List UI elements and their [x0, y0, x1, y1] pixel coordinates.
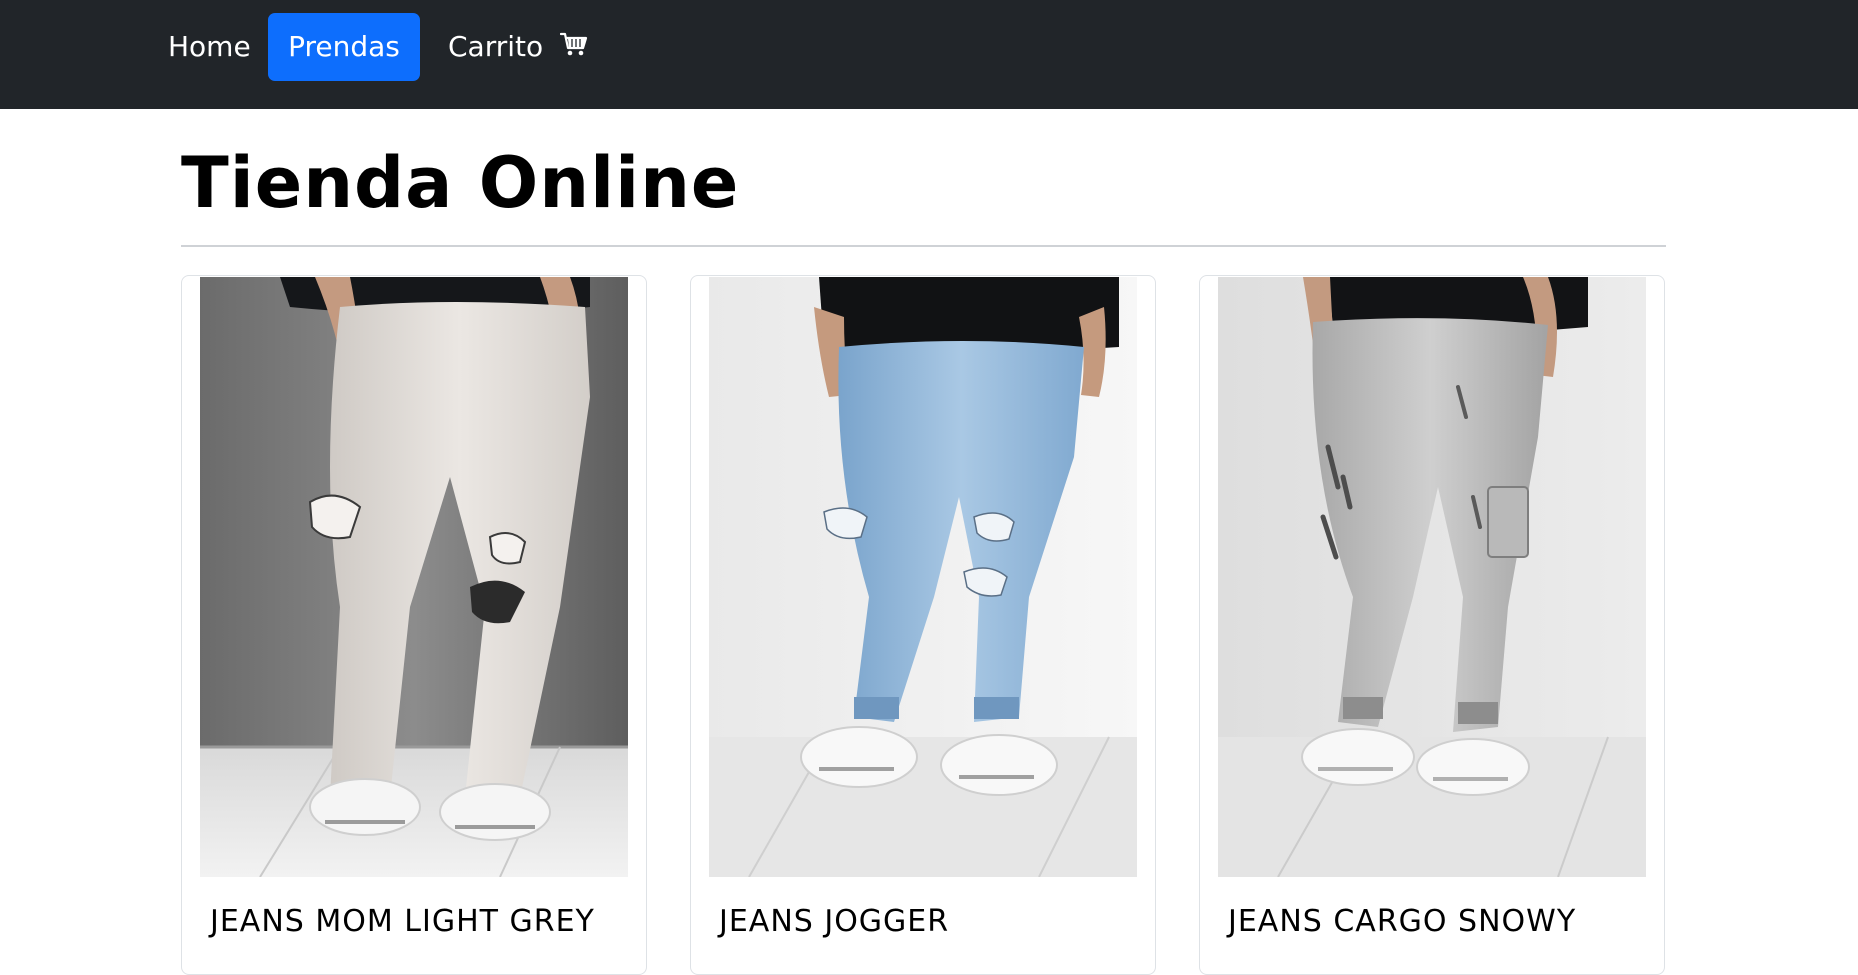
product-image [1218, 277, 1646, 877]
nav-prendas-link[interactable]: Prendas [268, 13, 420, 81]
top-navbar: Home Prendas Carrito [0, 0, 1858, 109]
nav-home-link[interactable]: Home [150, 13, 269, 81]
nav-carrito-link[interactable]: Carrito [430, 13, 606, 81]
product-card[interactable]: JEANS JOGGER [690, 275, 1156, 975]
product-card[interactable]: JEANS MOM LIGHT GREY [181, 275, 647, 975]
product-image [709, 277, 1137, 877]
product-image [200, 277, 628, 877]
product-title: JEANS MOM LIGHT GREY [210, 904, 595, 939]
product-title: JEANS CARGO SNOWY [1228, 904, 1577, 939]
page-title: Tienda Online [181, 142, 740, 224]
nav-carrito-label: Carrito [448, 30, 544, 63]
product-card[interactable]: JEANS CARGO SNOWY [1199, 275, 1665, 975]
title-divider [181, 245, 1666, 247]
product-title: JEANS JOGGER [719, 904, 950, 939]
shopping-cart-icon [560, 32, 588, 56]
